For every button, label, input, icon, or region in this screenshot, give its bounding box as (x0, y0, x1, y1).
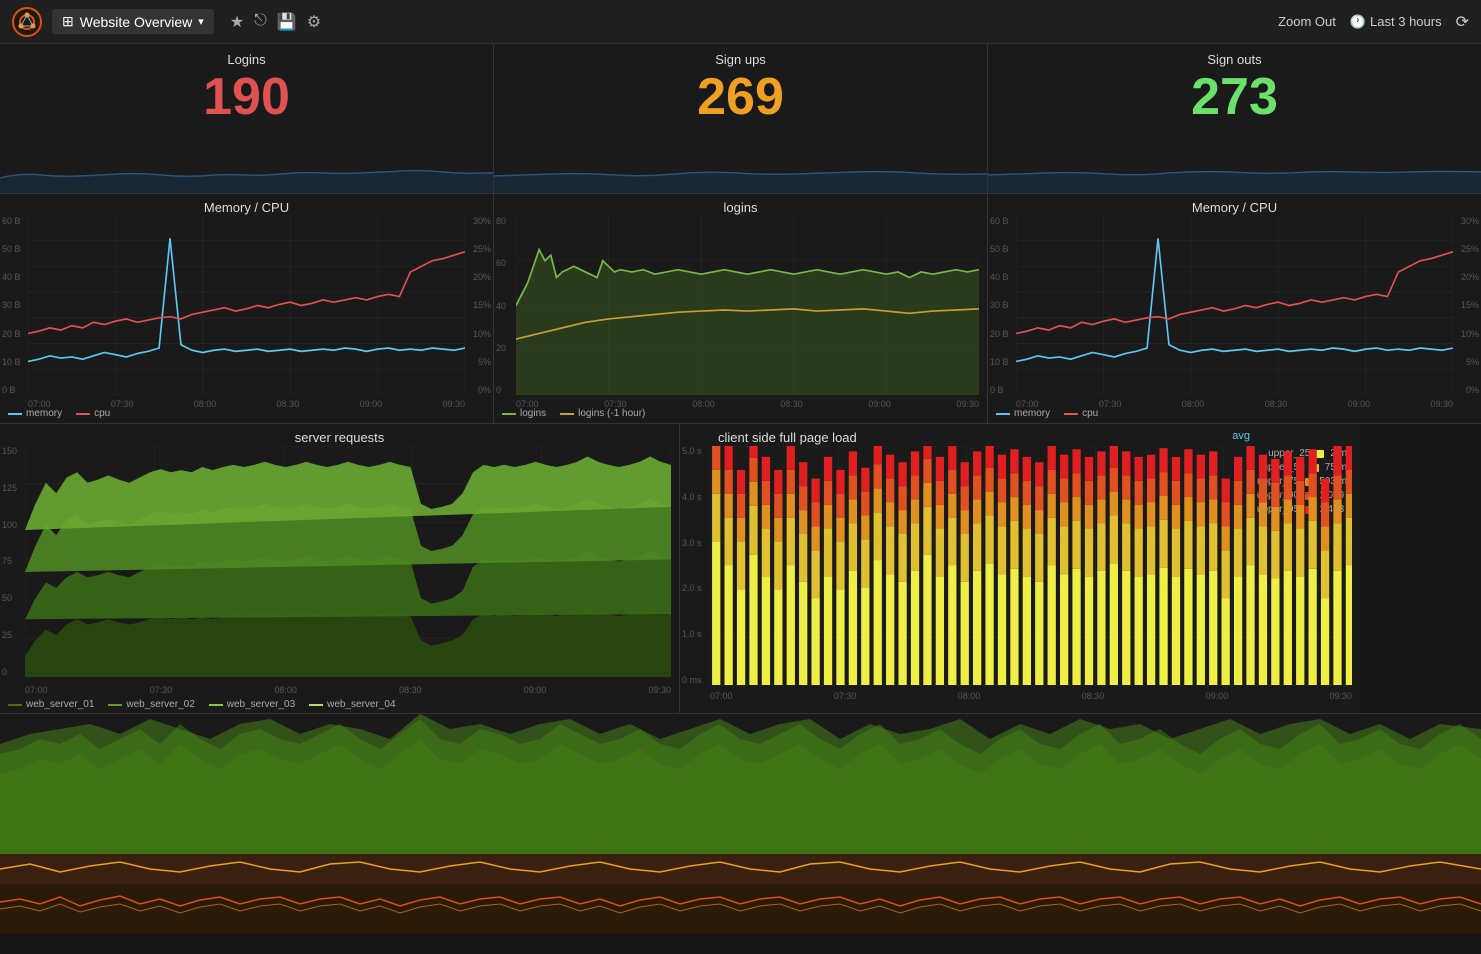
star-icon[interactable]: ★ (230, 12, 244, 32)
legend-label-ws04: web_server_04 (327, 699, 395, 710)
nav-right: Zoom Out 🕐 Last 3 hours ⟳ (1278, 12, 1469, 32)
legend-line-logins-1h (560, 413, 574, 415)
legend-item-logins-1h: logins (-1 hour) (560, 408, 645, 419)
yaxis-right-memory-cpu: 0%5%10%15%20%25%30% (473, 216, 491, 395)
time-range-picker[interactable]: 🕐 Last 3 hours (1350, 14, 1442, 30)
sparkline-signups (494, 143, 987, 193)
legend-line-cpu-r (1064, 413, 1078, 415)
stat-panel-logins: Logins 190 (0, 44, 494, 193)
legend-line-logins (502, 413, 516, 415)
dashboard-title-button[interactable]: ⊞ Website Overview ▾ (52, 9, 214, 34)
yaxis-right-memory-cpu-right: 0%5%10%15%20%25%30% (1461, 216, 1479, 395)
chart-svg-area-server-requests (25, 446, 671, 677)
chart-svg-area-page-load (710, 446, 1352, 685)
legend-item-ws04: web_server_04 (309, 699, 395, 710)
legend-label-ws03: web_server_03 (227, 699, 295, 710)
chart-panel-memory-cpu-left: Memory / CPU 0 B10 B20 B30 B40 B50 B60 B… (0, 194, 494, 423)
save-icon[interactable]: 💾 (277, 12, 297, 32)
nav-actions: ★ ⎋ 💾 ⚙ (230, 12, 321, 32)
big-panel-server-requests: server requests 0255075100125150 (0, 424, 680, 713)
settings-icon[interactable]: ⚙ (307, 12, 321, 32)
legend-item-cpu: cpu (76, 408, 110, 419)
chart-svg-area-memory-cpu-right (1016, 216, 1453, 395)
sparkline-signouts (988, 143, 1481, 193)
zoom-out-button[interactable]: Zoom Out (1278, 14, 1336, 29)
legend-line-ws03 (209, 704, 223, 706)
yaxis-server-requests: 0255075100125150 (2, 446, 17, 677)
chart-svg-area-memory-cpu-left (28, 216, 465, 395)
overview-row (0, 714, 1481, 934)
stat-panels-row: Logins 190 Sign ups 269 Sign outs 273 (0, 44, 1481, 194)
chevron-down-icon: ▾ (198, 15, 204, 28)
legend-line-ws04 (309, 704, 323, 706)
chart-title-memory-cpu-left: Memory / CPU (8, 200, 485, 215)
time-range-label: Last 3 hours (1370, 14, 1442, 29)
legend-label-logins: logins (520, 408, 546, 419)
stat-panel-signouts: Sign outs 273 (988, 44, 1481, 193)
legend-item-ws01: web_server_01 (8, 699, 94, 710)
legend-server-requests: web_server_01 web_server_02 web_server_0… (8, 699, 396, 710)
legend-label-memory: memory (26, 408, 62, 419)
legend-item-ws03: web_server_03 (209, 699, 295, 710)
legend-logins: logins logins (-1 hour) (502, 408, 645, 419)
legend-line-memory-r (996, 413, 1010, 415)
overview-chart (0, 714, 1481, 934)
topnav: ⊞ Website Overview ▾ ★ ⎋ 💾 ⚙ Zoom Out 🕐 … (0, 0, 1481, 44)
xaxis-server-requests: 07:0007:3008:0008:3009:0009:30 (25, 685, 671, 695)
stat-value-logins: 190 (12, 69, 481, 126)
chart-title-server-requests: server requests (8, 430, 671, 445)
avg-label: avg (1232, 430, 1250, 442)
chart-title-page-load: client side full page load (688, 430, 1352, 445)
chart-svg-area-logins (516, 216, 979, 395)
stat-panel-signups: Sign ups 269 (494, 44, 988, 193)
chart-title-memory-cpu-right: Memory / CPU (996, 200, 1473, 215)
chart-panel-memory-cpu-right: Memory / CPU 0 B10 B20 B30 B40 B50 B60 B… (988, 194, 1481, 423)
legend-memory-cpu-right: memory cpu (996, 408, 1098, 419)
yaxis-logins: 020406080 (496, 216, 506, 395)
yaxis-left-memory-cpu-right: 0 B10 B20 B30 B40 B50 B60 B (990, 216, 1009, 395)
dashboard-title-label: Website Overview (80, 14, 193, 30)
legend-line-ws02 (108, 704, 122, 706)
legend-line-memory (8, 413, 22, 415)
clock-icon: 🕐 (1350, 14, 1366, 30)
legend-label-logins-1h: logins (-1 hour) (578, 408, 645, 419)
legend-item-ws02: web_server_02 (108, 699, 194, 710)
chart-panels-row: Memory / CPU 0 B10 B20 B30 B40 B50 B60 B… (0, 194, 1481, 424)
xaxis-page-load: 07:0007:3008:0008:3009:0009:30 (710, 691, 1352, 701)
grafana-logo-icon (12, 7, 42, 37)
legend-item-memory: memory (8, 408, 62, 419)
yaxis-page-load: 0 ms1.0 s2.0 s3.0 s4.0 s5.0 s (682, 446, 702, 685)
stat-value-signouts: 273 (1000, 69, 1469, 126)
stat-title-signups: Sign ups (506, 52, 975, 67)
stat-title-logins: Logins (12, 52, 481, 67)
refresh-button[interactable]: ⟳ (1456, 12, 1469, 32)
legend-memory-cpu-left: memory cpu (8, 408, 110, 419)
stat-value-signups: 269 (506, 69, 975, 126)
legend-label-cpu-r: cpu (1082, 408, 1098, 419)
legend-label-memory-r: memory (1014, 408, 1050, 419)
legend-item-cpu-r: cpu (1064, 408, 1098, 419)
big-charts-row: server requests 0255075100125150 (0, 424, 1481, 714)
legend-item-logins: logins (502, 408, 546, 419)
big-panel-page-load: client side full page load avg upper_25 … (680, 424, 1360, 713)
legend-item-memory-r: memory (996, 408, 1050, 419)
stat-title-signouts: Sign outs (1000, 52, 1469, 67)
legend-label-cpu: cpu (94, 408, 110, 419)
yaxis-left-memory-cpu: 0 B10 B20 B30 B40 B50 B60 B (2, 216, 21, 395)
legend-label-ws02: web_server_02 (126, 699, 194, 710)
sparkline-logins (0, 143, 493, 193)
legend-line-ws01 (8, 704, 22, 706)
chart-title-logins: logins (502, 200, 979, 215)
chart-panel-logins: logins 020406080 (494, 194, 988, 423)
legend-line-cpu (76, 413, 90, 415)
legend-label-ws01: web_server_01 (26, 699, 94, 710)
share-icon[interactable]: ⎋ (254, 12, 267, 32)
grid-icon: ⊞ (62, 13, 74, 30)
